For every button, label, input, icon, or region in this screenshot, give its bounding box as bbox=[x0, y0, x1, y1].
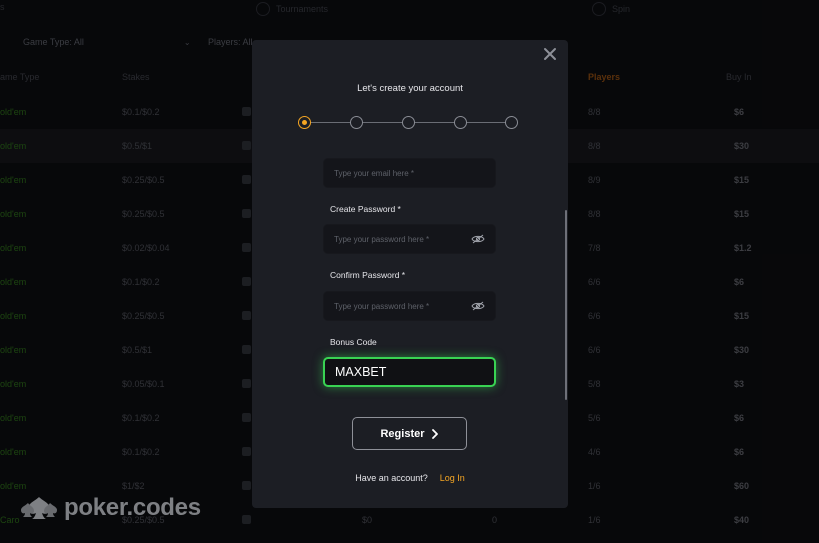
create-password-field[interactable] bbox=[323, 224, 496, 254]
chevron-right-icon bbox=[431, 428, 438, 439]
eye-off-icon[interactable] bbox=[471, 301, 485, 311]
step-2 bbox=[350, 116, 363, 129]
step-3 bbox=[402, 116, 415, 129]
step-5 bbox=[505, 116, 518, 129]
step-1 bbox=[298, 116, 311, 129]
page: s Tournaments Spin Game Type: All ⌄ Playe… bbox=[0, 0, 819, 543]
login-link[interactable]: Log In bbox=[440, 473, 465, 483]
create-password-input[interactable] bbox=[334, 234, 471, 244]
eye-off-icon[interactable] bbox=[471, 234, 485, 244]
step-4 bbox=[454, 116, 467, 129]
register-modal: Let's create your account Create Passwor… bbox=[252, 40, 568, 508]
close-icon[interactable] bbox=[542, 47, 558, 63]
bonus-code-input[interactable] bbox=[335, 365, 484, 379]
register-label: Register bbox=[380, 427, 425, 440]
have-account-text: Have an account? bbox=[355, 473, 428, 483]
confirm-password-field[interactable] bbox=[323, 291, 496, 321]
watermark: poker.codes bbox=[20, 494, 201, 522]
modal-scrollbar[interactable] bbox=[565, 210, 567, 400]
email-input[interactable] bbox=[334, 168, 485, 178]
progress-stepper bbox=[298, 116, 518, 130]
watermark-text: poker.codes bbox=[64, 494, 201, 521]
create-password-label: Create Password * bbox=[330, 204, 401, 214]
modal-title: Let's create your account bbox=[357, 83, 463, 94]
poker-codes-logo-icon bbox=[21, 497, 57, 519]
register-button[interactable]: Register bbox=[352, 417, 467, 450]
confirm-password-label: Confirm Password * bbox=[330, 270, 406, 280]
bonus-code-field[interactable] bbox=[323, 357, 496, 387]
confirm-password-input[interactable] bbox=[334, 301, 471, 311]
bonus-code-label: Bonus Code bbox=[330, 337, 377, 347]
email-field[interactable] bbox=[323, 158, 496, 188]
login-prompt: Have an account? Log In bbox=[252, 473, 568, 483]
